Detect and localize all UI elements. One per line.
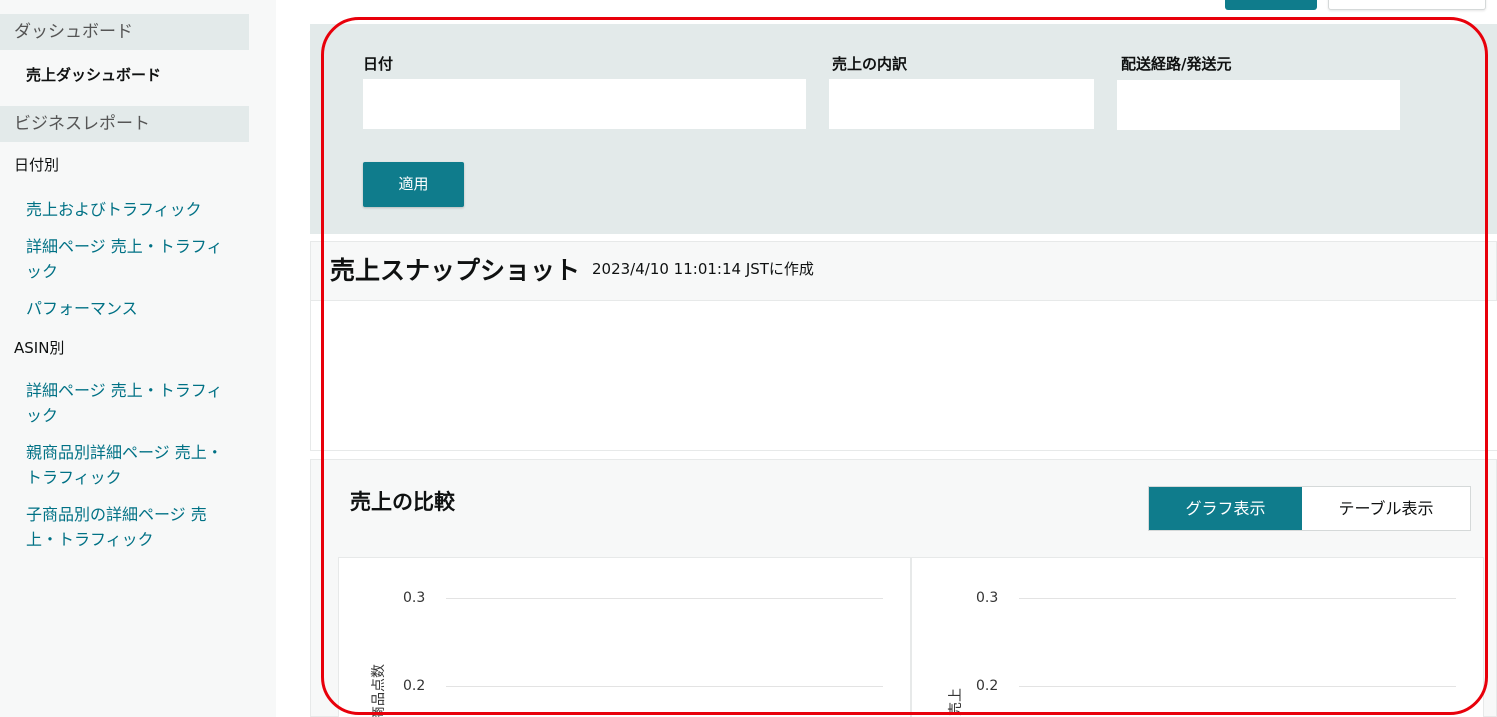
channel-filter-select[interactable] [1117,80,1400,130]
sidebar-item-performance[interactable]: パフォーマンス [26,296,236,321]
date-filter-label: 日付 [363,55,394,73]
sidebar-section-business-report: ビジネスレポート [0,106,249,142]
sidebar-item-parent-detail-page[interactable]: 親商品別詳細ページ 売上・トラフィック [26,440,236,490]
units-chart-tick-label: 0.2 [403,678,426,694]
sidebar-item-child-detail-page[interactable]: 子商品別の詳細ページ 売上・トラフィック [26,502,236,552]
comparison-title: 売上の比較 [350,490,455,514]
table-view-button[interactable]: テーブル表示 [1302,487,1470,530]
units-chart-tick-label: 0.3 [403,590,426,606]
channel-filter-label: 配送経路/発送元 [1121,55,1232,73]
sales-chart-gridline [1019,686,1456,687]
sidebar-item-detail-page-by-asin[interactable]: 詳細ページ 売上・トラフィック [26,378,236,428]
snapshot-timestamp: 2023/4/10 11:01:14 JSTに作成 [592,260,814,278]
sidebar-item-sales-traffic[interactable]: 売上およびトラフィック [26,197,236,222]
sales-chart-tick-label: 0.2 [976,678,999,694]
sidebar-group-by-asin: ASIN別 [14,339,65,357]
sales-chart-tick-label: 0.3 [976,590,999,606]
units-chart-gridline [446,686,883,687]
sidebar-item-sales-dashboard[interactable]: 売上ダッシュボード [26,64,161,85]
sales-chart-y-axis-title: 売上 [948,688,964,716]
snapshot-title: 売上スナップショット [330,256,581,285]
breakdown-filter-select[interactable] [829,79,1094,129]
units-chart-gridline [446,598,883,599]
sales-chart-gridline [1019,598,1456,599]
sidebar-section-dashboard: ダッシュボード [0,14,249,50]
top-primary-button[interactable] [1225,0,1317,10]
snapshot-body [310,301,1497,451]
sidebar-group-by-date: 日付別 [14,156,60,174]
view-toggle: グラフ表示 テーブル表示 [1148,486,1471,531]
graph-view-button[interactable]: グラフ表示 [1149,487,1302,530]
top-secondary-button[interactable] [1328,0,1486,10]
sidebar-item-detail-page-by-date[interactable]: 詳細ページ 売上・トラフィック [26,234,236,284]
breakdown-filter-label: 売上の内訳 [832,55,908,73]
units-chart-y-axis-title: 商品点数 [371,664,387,717]
sidebar: ダッシュボード 売上ダッシュボード ビジネスレポート 日付別 売上およびトラフィ… [0,0,276,717]
date-filter-input[interactable] [363,79,806,129]
apply-button[interactable]: 適用 [363,162,464,207]
